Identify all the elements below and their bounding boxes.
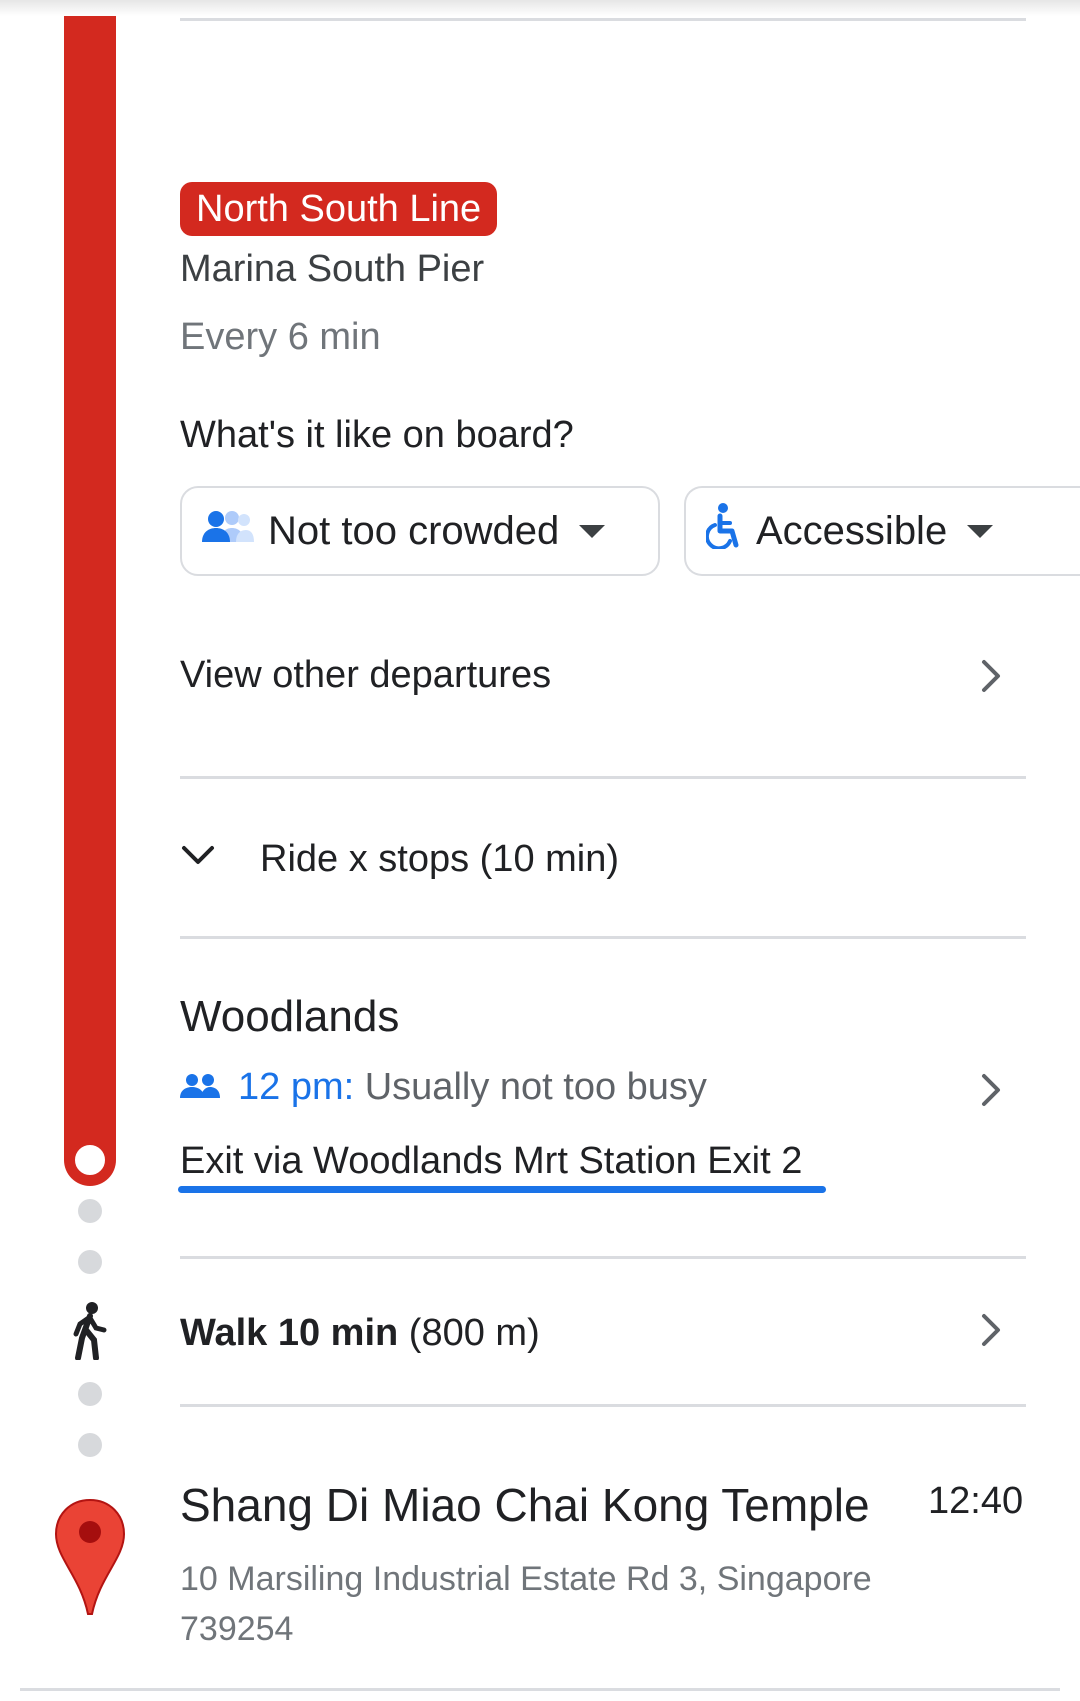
- popular-times-row[interactable]: 12 pm: Usually not too busy: [180, 1066, 707, 1109]
- frequency: Every 6 min: [180, 316, 381, 358]
- people-icon: [180, 1066, 220, 1109]
- section-divider: [180, 1404, 1026, 1407]
- walking-person-icon: [70, 1302, 110, 1361]
- walk-distance: (800 m): [408, 1312, 540, 1354]
- chevron-right-icon[interactable]: [972, 1072, 1008, 1108]
- chevron-right-icon: [972, 658, 1008, 694]
- exit-instruction[interactable]: Exit via Woodlands Mrt Station Exit 2: [180, 1140, 802, 1183]
- onboard-question: What's it like on board?: [180, 414, 574, 456]
- walk-summary[interactable]: Walk 10 min (800 m): [180, 1312, 540, 1355]
- busy-description: Usually not too busy: [364, 1066, 707, 1108]
- view-departures-label: View other departures: [180, 654, 552, 696]
- dropdown-caret-icon: [579, 524, 606, 538]
- transit-line-bar: [64, 16, 116, 1186]
- view-departures-row[interactable]: View other departures: [180, 640, 1026, 712]
- walk-dot: [78, 1382, 102, 1406]
- bottom-divider: [20, 1688, 1060, 1691]
- top-edge-shadow: [0, 0, 1080, 16]
- wheelchair-icon: [704, 503, 742, 559]
- walk-duration: Walk 10 min: [180, 1312, 399, 1354]
- accessibility-chip-label: Accessible: [756, 508, 948, 553]
- arrival-station-name: Woodlands: [180, 992, 400, 1041]
- section-divider: [180, 936, 1026, 939]
- section-divider: [180, 1256, 1026, 1259]
- destination-address: 10 Marsiling Industrial Estate Rd 3, Sin…: [180, 1560, 872, 1648]
- crowd-chip-label: Not too crowded: [268, 508, 560, 553]
- accessibility-chip[interactable]: Accessible: [684, 486, 1080, 576]
- destination-pin-icon: [54, 1498, 126, 1616]
- walk-dot: [78, 1199, 102, 1223]
- people-icon: [202, 509, 254, 554]
- dropdown-caret-icon: [967, 524, 994, 538]
- ride-stops-row[interactable]: Ride x stops (10 min): [180, 820, 1026, 900]
- ride-stops-label: Ride x stops (10 min): [260, 838, 620, 880]
- crowd-level-chip[interactable]: Not too crowded: [180, 486, 660, 576]
- busy-time: 12 pm:: [238, 1066, 355, 1108]
- chevron-down-icon: [180, 844, 216, 873]
- section-divider: [180, 776, 1026, 779]
- walk-dot: [78, 1250, 102, 1274]
- top-divider: [180, 18, 1026, 21]
- headsign: Marina South Pier: [180, 248, 485, 290]
- line-badge[interactable]: North South Line: [180, 182, 498, 236]
- arrival-time: 12:40: [928, 1480, 1024, 1522]
- exit-underline: [178, 1186, 826, 1193]
- walk-dot: [78, 1433, 102, 1457]
- chevron-right-icon[interactable]: [972, 1312, 1008, 1348]
- arrival-stop-circle: [70, 1140, 110, 1180]
- destination-name: Shang Di Miao Chai Kong Temple: [180, 1479, 870, 1531]
